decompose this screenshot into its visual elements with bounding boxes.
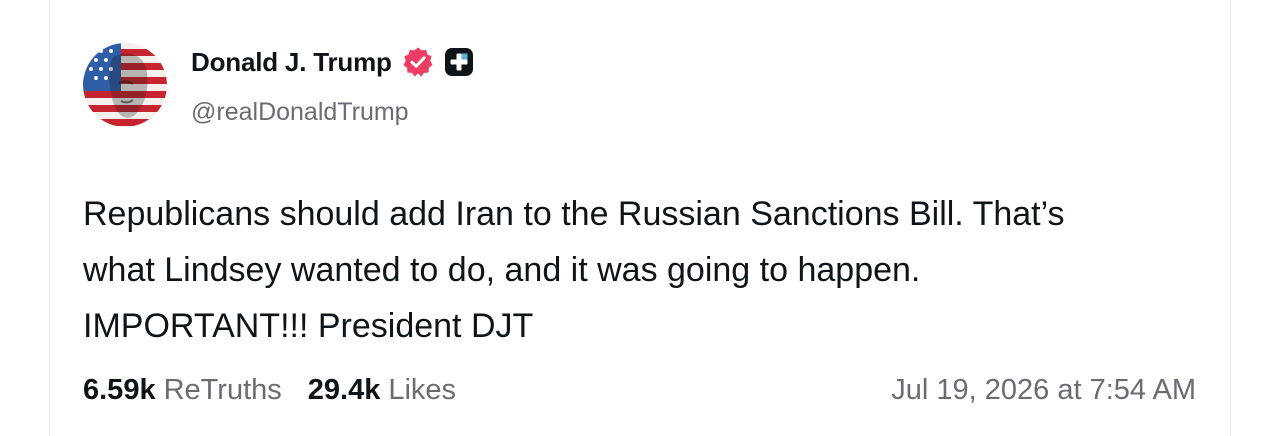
post-body-line: Republicans should add Iran to the Russi… [83,195,1065,233]
post-body-line: IMPORTANT!!! President DJT [83,307,534,345]
post-timestamp[interactable]: Jul 19, 2026 at 7:54 AM [891,368,1196,412]
retruths-count: 6.59k [83,373,156,406]
retruths-label: ReTruths [163,373,282,406]
post-body: Republicans should add Iran to the Russi… [83,186,1193,354]
author-name-row: Donald J. Trump [191,43,474,81]
truth-plus-icon [444,47,474,77]
likes-stat[interactable]: 29.4k Likes [308,374,456,407]
verified-badge-icon [402,46,434,78]
likes-count: 29.4k [307,373,381,406]
author-display-name[interactable]: Donald J. Trump [191,47,392,78]
post-stats: 6.59k ReTruths 29.4k Likes [83,368,456,412]
author-handle[interactable]: @realDonaldTrump [191,98,409,127]
post-card: Donald J. Trump @realDonaldTrump Republi… [49,0,1231,436]
avatar[interactable] [83,43,167,127]
avatar-flag-portrait-icon [83,43,167,127]
likes-label: Likes [388,373,457,406]
post-body-line: what Lindsey wanted to do, and it was go… [83,251,921,289]
retruths-stat[interactable]: 6.59k ReTruths [83,374,282,407]
